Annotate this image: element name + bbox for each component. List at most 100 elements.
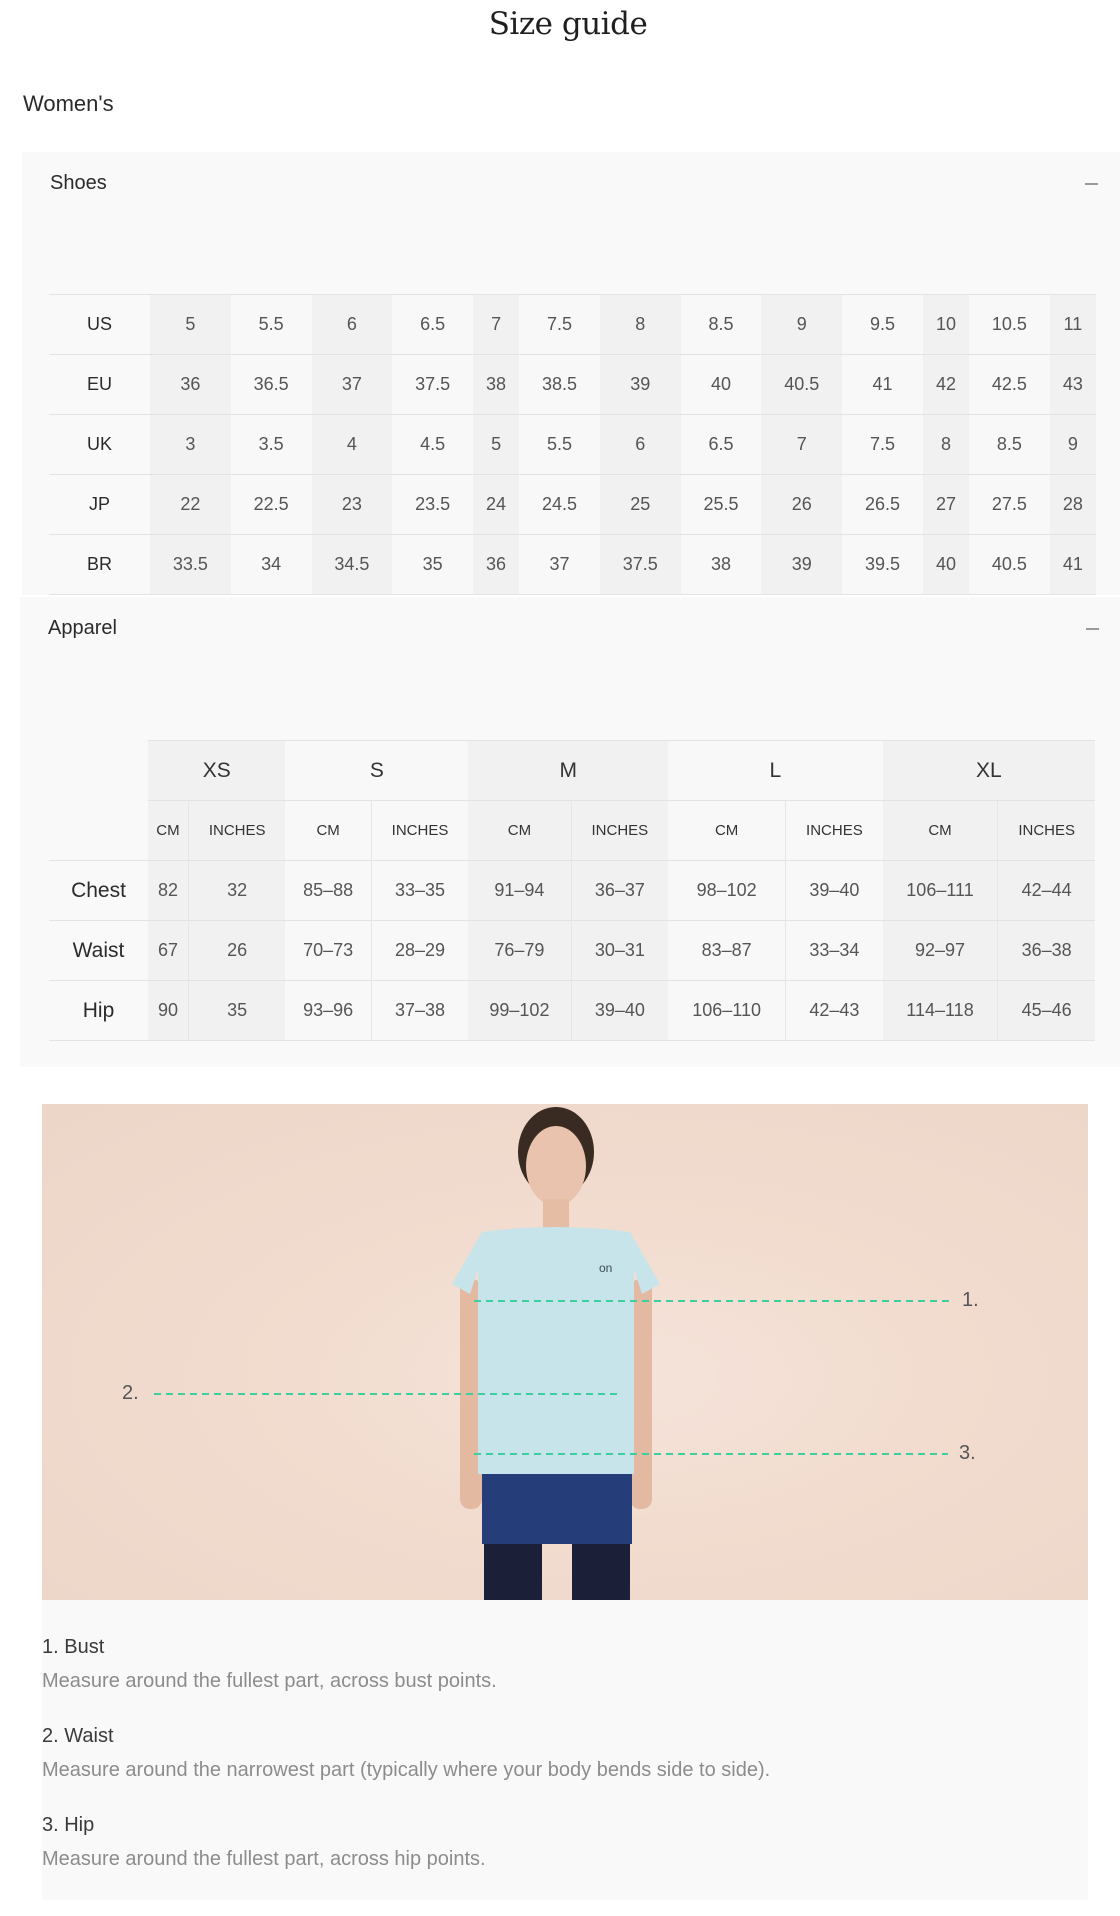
hip-marker: 3. [959,1442,976,1464]
shoe-size-cell: 5.5 [519,414,600,475]
shoe-size-cell: 36.5 [230,354,312,415]
unit-header-cm: CM [882,800,999,861]
minus-icon[interactable] [1085,183,1098,185]
apparel-measure-cell: 82 [148,860,189,921]
shoe-size-cell: 7 [761,414,843,475]
shoe-row-jp: JP 22 22.5 23 23.5 24 24.5 25 25.5 26 26.5 27 27.5 28 [49,474,1096,535]
shoe-size-cell: 33.5 [150,534,231,595]
empty-header-cell [49,740,148,801]
shoe-size-cell: 4 [311,414,393,475]
page-title: Size guide [488,6,648,42]
shoes-panel-title[interactable]: Shoes [50,172,107,195]
shoe-size-cell: 22.5 [230,474,312,535]
size-header-xl: XL [882,740,1095,801]
apparel-measure-cell: 106–111 [882,860,999,921]
empty-header-cell [49,800,148,861]
shoe-row-uk: UK 3 3.5 4 4.5 5 5.5 6 6.5 7 7.5 8 8.5 9 [49,414,1096,475]
shoe-size-cell: 10.5 [969,294,1050,355]
shoe-size-cell: 5 [473,414,520,475]
shoe-size-cell: 27 [922,474,970,535]
shoe-size-cell: 22 [150,474,231,535]
shoe-size-cell: 3.5 [230,414,312,475]
apparel-row-label: Chest [71,878,126,902]
apparel-measure-cell: 35 [188,980,286,1041]
apparel-measure-cell: 36–37 [571,860,669,921]
unit-header-inches: INCHES [785,800,883,861]
shoe-size-cell: 9 [1049,414,1096,475]
shoe-row-us: US 5 5.5 6 6.5 7 7.5 8 8.5 9 9.5 10 10.5 11 [49,294,1096,355]
unit-header-cm: CM [148,800,189,861]
shoe-size-cell: 26.5 [842,474,923,535]
apparel-measure-cell: 70–73 [285,920,372,981]
apparel-row-waist: Waist 67 26 70–73 28–29 76–79 30–31 83–87 33–34 9… [49,920,1095,981]
apparel-row-hip: Hip 90 35 93–96 37–38 99–102 39–40 106–110 42–43… [49,980,1095,1041]
shoe-size-cell: 9 [761,294,843,355]
shoe-size-cell: 35 [392,534,473,595]
apparel-panel-title[interactable]: Apparel [48,617,117,640]
shoe-size-cell: 25 [599,474,681,535]
shoe-size-cell: 7.5 [519,294,600,355]
shoe-size-cell: 23 [311,474,393,535]
unit-header-inches: INCHES [188,800,286,861]
section-heading-womens: Women's [23,91,114,116]
apparel-measure-cell: 37–38 [371,980,469,1041]
shoe-size-cell: 6 [599,414,681,475]
shoe-row-label: BR [86,554,112,574]
shoe-size-cell: 39 [599,354,681,415]
apparel-size-header-row: XS S M L XL [49,740,1095,801]
unit-header-inches: INCHES [571,800,669,861]
apparel-measure-cell: 76–79 [468,920,572,981]
size-header-s: S [285,740,469,801]
shoe-size-cell: 39 [761,534,843,595]
model-leg-right [572,1544,630,1600]
apparel-measure-cell: 98–102 [668,860,787,921]
apparel-measure-cell: 99–102 [468,980,572,1041]
apparel-measure-cell: 33–35 [371,860,469,921]
shoe-size-cell: 8.5 [969,414,1050,475]
apparel-measure-cell: 42–44 [997,860,1095,921]
note-hip-text: Measure around the fullest part, across … [42,1848,486,1870]
shoe-row-br: BR 33.5 34 34.5 35 36 37 37.5 38 39 39.5 40 40.5 41 [49,534,1096,595]
shoe-size-cell: 36 [473,534,520,595]
minus-icon[interactable] [1086,628,1099,630]
note-hip-title: 3. Hip [42,1814,95,1836]
apparel-measure-cell: 32 [188,860,286,921]
shoe-size-cell: 40.5 [969,534,1050,595]
apparel-measure-cell: 83–87 [668,920,787,981]
shoe-size-cell: 25.5 [680,474,762,535]
apparel-measure-cell: 39–40 [571,980,669,1041]
note-waist-title: 2. Waist [42,1725,114,1747]
model-face [526,1126,586,1206]
apparel-measure-cell: 91–94 [468,860,572,921]
apparel-measure-cell: 90 [148,980,189,1041]
size-header-l: L [668,740,883,801]
shoe-size-cell: 34 [230,534,312,595]
waist-marker: 2. [122,1382,139,1404]
shoe-size-cell: 6.5 [392,294,473,355]
apparel-measure-cell: 26 [188,920,286,981]
apparel-measure-cell: 67 [148,920,189,981]
apparel-measure-cell: 114–118 [882,980,999,1041]
shoe-size-cell: 9.5 [842,294,923,355]
shoe-size-cell: 43 [1049,354,1096,415]
shoe-size-cell: 42 [922,354,970,415]
shoe-size-cell: 10 [922,294,970,355]
shoe-size-cell: 8 [922,414,970,475]
apparel-measure-cell: 39–40 [785,860,883,921]
shoe-size-cell: 3 [150,414,231,475]
shoe-size-cell: 40.5 [761,354,843,415]
apparel-measure-cell: 33–34 [785,920,883,981]
apparel-row-chest: Chest 82 32 85–88 33–35 91–94 36–37 98–102 39–40… [49,860,1095,921]
bust-marker: 1. [962,1289,979,1311]
shoe-size-cell: 38 [473,354,520,415]
apparel-unit-header-row: CM INCHES CM INCHES CM INCHES CM INCHES CM INCHES [49,800,1095,861]
model-leg-left [484,1544,542,1600]
shoe-size-cell: 24 [473,474,520,535]
apparel-measure-cell: 93–96 [285,980,372,1041]
model-illustration: on [154,1107,950,1600]
shoe-size-cell: 37.5 [599,534,681,595]
unit-header-cm: CM [468,800,572,861]
shoe-size-cell: 28 [1049,474,1096,535]
shoe-size-cell: 7 [473,294,520,355]
apparel-measure-cell: 42–43 [785,980,883,1041]
